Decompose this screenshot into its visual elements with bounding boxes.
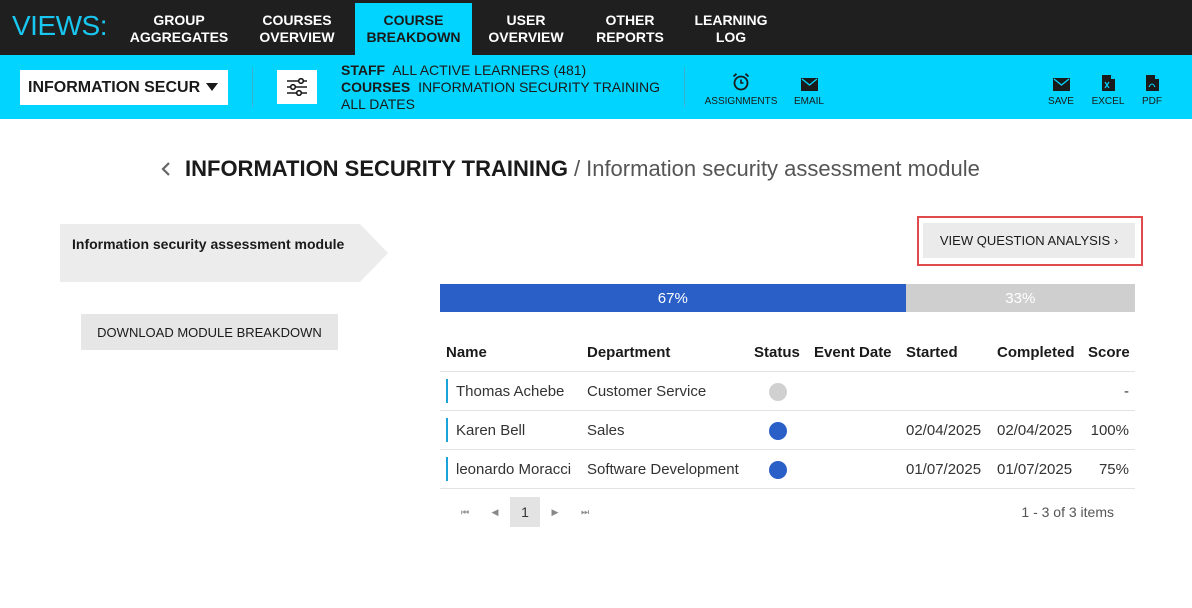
email-button[interactable]: EMAIL [792,69,826,107]
next-page-icon[interactable]: ▶ [540,497,570,527]
header-started[interactable]: Started [906,334,958,371]
progress-completed-label: 67% [657,289,688,307]
chevron-right-icon: › [1114,233,1119,248]
tab-other-reports[interactable]: OTHER REPORTS [580,3,680,55]
course-select-dropdown[interactable]: INFORMATION SECUR [20,70,228,105]
pagination: ⏮ ◀ 1 ▶ ⏭ [450,497,600,527]
toolbar-divider [252,67,253,107]
staff-value: ALL ACTIVE LEARNERS (481) [392,62,587,78]
learners-table: Name Department Status Event Date Starte… [440,334,1135,489]
row-department: Software Development [587,460,739,478]
save-label: SAVE [1048,96,1074,107]
last-page-icon[interactable]: ⏭ [570,497,600,527]
progress-remaining-segment: 33% [905,284,1135,312]
tab-courses-overview[interactable]: COURSES OVERVIEW [240,3,354,55]
first-page-icon[interactable]: ⏮ [450,497,480,527]
pdf-button[interactable]: PDF [1138,69,1166,107]
excel-label: EXCEL [1091,96,1125,107]
download-module-breakdown-button[interactable]: DOWNLOAD MODULE BREAKDOWN [81,314,338,350]
row-completed: 02/04/2025 [997,421,1073,439]
back-button[interactable] [155,155,177,183]
chevron-left-icon [161,162,170,176]
current-page-button[interactable]: 1 [510,497,540,527]
table-header-row: Name Department Status Event Date Starte… [440,334,1135,372]
save-envelope-icon [1052,78,1070,91]
dates-value: ALL DATES [341,96,415,112]
view-question-analysis-button[interactable]: VIEW QUESTION ANALYSIS › [923,223,1135,258]
module-title: Information security assessment module [586,156,980,181]
pdf-label: PDF [1142,96,1162,107]
header-department[interactable]: Department [587,334,670,371]
staff-label: STAFF [341,62,386,78]
table-row[interactable]: Karen Bell Sales 02/04/2025 02/04/2025 1… [440,411,1135,450]
alarm-clock-icon [732,73,750,91]
courses-label: COURSES [341,79,411,95]
tab-group-aggregates[interactable]: GROUP AGGREGATES [118,3,240,55]
title-separator: / [573,156,581,181]
header-name[interactable]: Name [446,334,487,371]
progress-completed-segment: 67% [440,284,906,312]
status-not-started-icon [769,383,787,401]
row-started: 02/04/2025 [906,421,982,439]
header-status[interactable]: Status [754,334,800,371]
filter-summary: STAFF ALL ACTIVE LEARNERS (481) COURSES … [341,62,660,113]
row-department: Sales [587,421,625,439]
prev-page-icon[interactable]: ◀ [480,497,510,527]
row-score: 100% [1090,421,1129,439]
excel-file-icon [1101,75,1115,91]
header-score[interactable]: Score [1088,334,1130,371]
status-completed-icon [769,422,787,440]
row-completed: 01/07/2025 [997,460,1073,478]
envelope-icon [800,78,818,91]
pager-item-count: 1 - 3 of 3 items [1021,504,1114,520]
courses-value: INFORMATION SECURITY TRAINING [418,79,661,95]
course-title: INFORMATION SECURITY TRAINING [185,156,568,181]
table-row[interactable]: leonardo Moracci Software Development 01… [440,450,1135,489]
assignments-button[interactable]: ASSIGNMENTS [704,69,778,107]
row-score: 75% [1098,460,1129,478]
email-label: EMAIL [793,96,824,107]
module-list-item[interactable]: Information security assessment module [60,224,388,282]
row-started: 01/07/2025 [906,460,982,478]
report-toolbar: INFORMATION SECUR STAFF ALL ACTIVE LEARN… [0,55,1192,119]
progress-remaining-label: 33% [1005,289,1036,307]
row-name: leonardo Moracci [446,457,571,481]
caret-down-icon [206,83,218,91]
header-event-date[interactable]: Event Date [814,334,892,371]
tab-user-overview[interactable]: USER OVERVIEW [474,3,578,55]
tab-course-breakdown[interactable]: COURSE BREAKDOWN [355,3,472,55]
page-title: INFORMATION SECURITY TRAINING / Informat… [155,155,980,183]
filter-settings-button[interactable] [277,70,317,104]
table-row[interactable]: Thomas Achebe Customer Service - [440,372,1135,411]
row-department: Customer Service [587,382,707,400]
assignments-label: ASSIGNMENTS [704,96,778,107]
pdf-file-icon [1145,75,1159,91]
status-completed-icon [769,461,787,479]
top-nav-bar: VIEWS: GROUP AGGREGATES COURSES OVERVIEW… [0,0,1192,55]
tab-learning-log[interactable]: LEARNING LOG [682,3,780,55]
save-button[interactable]: SAVE [1046,69,1076,107]
toolbar-divider [684,67,685,107]
row-name: Karen Bell [446,418,525,442]
row-name: Thomas Achebe [446,379,564,403]
excel-button[interactable]: EXCEL [1091,69,1125,107]
row-score: - [1124,382,1129,400]
view-question-analysis-label: VIEW QUESTION ANALYSIS [939,233,1111,248]
sliders-icon [287,78,307,96]
completion-progress-bar: 67% 33% [440,284,1135,312]
course-select-value: INFORMATION SECUR [28,78,201,96]
header-completed[interactable]: Completed [997,334,1075,371]
views-label: VIEWS: [12,10,108,41]
